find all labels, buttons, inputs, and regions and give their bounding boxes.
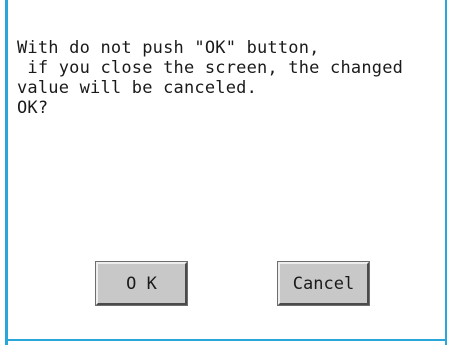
- dialog-frame-right: [445, 0, 447, 345]
- cancel-button[interactable]: Cancel: [277, 261, 370, 306]
- dialog-frame-bottom: [5, 339, 447, 341]
- dialog-message: With do not push "OK" button, if you clo…: [17, 38, 437, 118]
- message-line: if you close the screen, the changed: [17, 58, 404, 78]
- confirm-dialog: With do not push "OK" button, if you clo…: [0, 0, 451, 345]
- message-line: value will be canceled.: [17, 78, 258, 98]
- message-line: OK?: [17, 98, 49, 118]
- message-line: With do not push "OK" button,: [17, 38, 320, 58]
- ok-button[interactable]: O K: [95, 261, 188, 306]
- dialog-frame-left: [5, 0, 8, 345]
